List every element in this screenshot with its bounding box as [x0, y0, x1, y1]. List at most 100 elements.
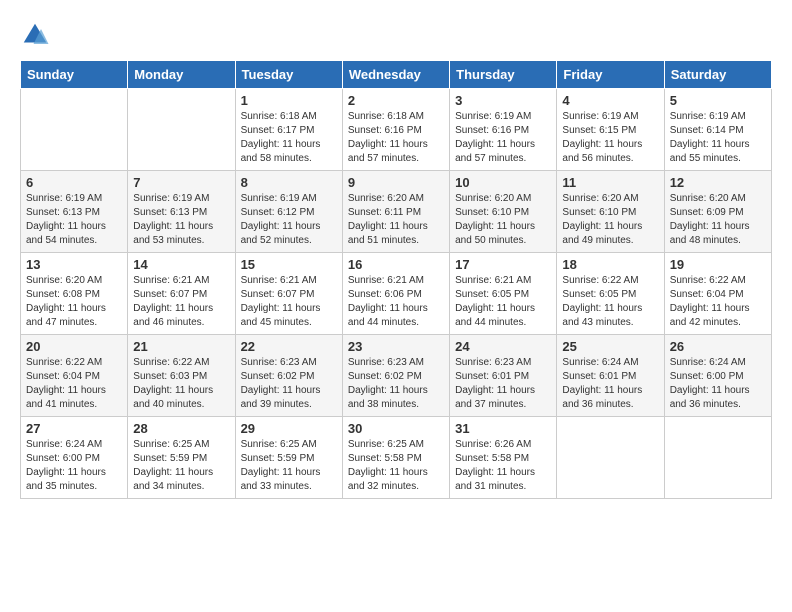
day-number: 20 [26, 339, 122, 354]
logo [20, 20, 54, 50]
calendar-week-row: 1Sunrise: 6:18 AM Sunset: 6:17 PM Daylig… [21, 89, 772, 171]
day-info: Sunrise: 6:24 AM Sunset: 6:00 PM Dayligh… [670, 356, 766, 412]
day-number: 13 [26, 257, 122, 272]
day-number: 21 [133, 339, 229, 354]
day-info: Sunrise: 6:19 AM Sunset: 6:14 PM Dayligh… [670, 110, 766, 166]
day-info: Sunrise: 6:22 AM Sunset: 6:03 PM Dayligh… [133, 356, 229, 412]
day-info: Sunrise: 6:20 AM Sunset: 6:10 PM Dayligh… [455, 192, 551, 248]
calendar-cell: 13 Sunrise: 6:20 AM Sunset: 6:08 PM Dayli… [21, 253, 128, 335]
calendar-cell: 25 Sunrise: 6:24 AM Sunset: 6:01 PM Dayli… [557, 335, 664, 417]
calendar-cell: 1Sunrise: 6:18 AM Sunset: 6:17 PM Daylig… [235, 89, 342, 171]
calendar-cell: 18 Sunrise: 6:22 AM Sunset: 6:05 PM Dayli… [557, 253, 664, 335]
day-number: 2 [348, 93, 444, 108]
day-info: Sunrise: 6:19 AM Sunset: 6:15 PM Dayligh… [562, 110, 658, 166]
calendar-week-row: 27 Sunrise: 6:24 AM Sunset: 6:00 PM Dayli… [21, 417, 772, 499]
calendar-cell: 12 Sunrise: 6:20 AM Sunset: 6:09 PM Dayli… [664, 171, 771, 253]
calendar-cell: 17 Sunrise: 6:21 AM Sunset: 6:05 PM Dayli… [450, 253, 557, 335]
day-info: Sunrise: 6:24 AM Sunset: 6:01 PM Dayligh… [562, 356, 658, 412]
day-info: Sunrise: 6:19 AM Sunset: 6:13 PM Dayligh… [26, 192, 122, 248]
day-info: Sunrise: 6:18 AM Sunset: 6:16 PM Dayligh… [348, 110, 444, 166]
day-number: 27 [26, 421, 122, 436]
day-info: Sunrise: 6:22 AM Sunset: 6:05 PM Dayligh… [562, 274, 658, 330]
calendar-cell [21, 89, 128, 171]
calendar-cell: 4 Sunrise: 6:19 AM Sunset: 6:15 PM Daylig… [557, 89, 664, 171]
calendar-cell: 21 Sunrise: 6:22 AM Sunset: 6:03 PM Dayli… [128, 335, 235, 417]
day-info: Sunrise: 6:19 AM Sunset: 6:12 PM Dayligh… [241, 192, 337, 248]
calendar-cell: 20 Sunrise: 6:22 AM Sunset: 6:04 PM Dayli… [21, 335, 128, 417]
day-number: 17 [455, 257, 551, 272]
page-header [20, 20, 772, 50]
day-number: 23 [348, 339, 444, 354]
day-info: Sunrise: 6:21 AM Sunset: 6:06 PM Dayligh… [348, 274, 444, 330]
calendar-cell: 8 Sunrise: 6:19 AM Sunset: 6:12 PM Daylig… [235, 171, 342, 253]
day-number: 5 [670, 93, 766, 108]
day-header-saturday: Saturday [664, 61, 771, 89]
day-info: Sunrise: 6:25 AM Sunset: 5:58 PM Dayligh… [348, 438, 444, 494]
day-number: 14 [133, 257, 229, 272]
day-number: 1 [241, 93, 337, 108]
day-number: 8 [241, 175, 337, 190]
day-info: Sunrise: 6:21 AM Sunset: 6:05 PM Dayligh… [455, 274, 551, 330]
calendar-cell: 24Sunrise: 6:23 AM Sunset: 6:01 PM Dayli… [450, 335, 557, 417]
calendar-cell: 26 Sunrise: 6:24 AM Sunset: 6:00 PM Dayli… [664, 335, 771, 417]
day-info: Sunrise: 6:20 AM Sunset: 6:08 PM Dayligh… [26, 274, 122, 330]
day-info: Sunrise: 6:25 AM Sunset: 5:59 PM Dayligh… [241, 438, 337, 494]
day-number: 16 [348, 257, 444, 272]
calendar-cell: 2 Sunrise: 6:18 AM Sunset: 6:16 PM Daylig… [342, 89, 449, 171]
day-number: 10 [455, 175, 551, 190]
calendar-week-row: 13 Sunrise: 6:20 AM Sunset: 6:08 PM Dayli… [21, 253, 772, 335]
day-info: Sunrise: 6:20 AM Sunset: 6:09 PM Dayligh… [670, 192, 766, 248]
day-info: Sunrise: 6:24 AM Sunset: 6:00 PM Dayligh… [26, 438, 122, 494]
calendar-week-row: 6 Sunrise: 6:19 AM Sunset: 6:13 PM Daylig… [21, 171, 772, 253]
day-header-friday: Friday [557, 61, 664, 89]
day-number: 4 [562, 93, 658, 108]
day-info: Sunrise: 6:23 AM Sunset: 6:01 PM Dayligh… [455, 356, 551, 412]
calendar-cell: 5 Sunrise: 6:19 AM Sunset: 6:14 PM Daylig… [664, 89, 771, 171]
logo-icon [20, 20, 50, 50]
day-number: 28 [133, 421, 229, 436]
calendar-cell [128, 89, 235, 171]
day-number: 31 [455, 421, 551, 436]
calendar-cell: 29 Sunrise: 6:25 AM Sunset: 5:59 PM Dayli… [235, 417, 342, 499]
day-number: 15 [241, 257, 337, 272]
day-info: Sunrise: 6:23 AM Sunset: 6:02 PM Dayligh… [241, 356, 337, 412]
day-number: 29 [241, 421, 337, 436]
calendar-cell: 6 Sunrise: 6:19 AM Sunset: 6:13 PM Daylig… [21, 171, 128, 253]
day-number: 22 [241, 339, 337, 354]
day-info: Sunrise: 6:23 AM Sunset: 6:02 PM Dayligh… [348, 356, 444, 412]
day-header-tuesday: Tuesday [235, 61, 342, 89]
day-info: Sunrise: 6:26 AM Sunset: 5:58 PM Dayligh… [455, 438, 551, 494]
calendar-cell: 28 Sunrise: 6:25 AM Sunset: 5:59 PM Dayli… [128, 417, 235, 499]
calendar-cell: 31 Sunrise: 6:26 AM Sunset: 5:58 PM Dayli… [450, 417, 557, 499]
calendar-cell: 23 Sunrise: 6:23 AM Sunset: 6:02 PM Dayli… [342, 335, 449, 417]
day-header-monday: Monday [128, 61, 235, 89]
day-header-thursday: Thursday [450, 61, 557, 89]
calendar-cell: 27 Sunrise: 6:24 AM Sunset: 6:00 PM Dayli… [21, 417, 128, 499]
day-number: 6 [26, 175, 122, 190]
calendar-header-row: SundayMondayTuesdayWednesdayThursdayFrid… [21, 61, 772, 89]
calendar-cell: 30 Sunrise: 6:25 AM Sunset: 5:58 PM Dayli… [342, 417, 449, 499]
day-number: 19 [670, 257, 766, 272]
day-info: Sunrise: 6:21 AM Sunset: 6:07 PM Dayligh… [241, 274, 337, 330]
calendar-cell [557, 417, 664, 499]
day-info: Sunrise: 6:20 AM Sunset: 6:11 PM Dayligh… [348, 192, 444, 248]
calendar-table: SundayMondayTuesdayWednesdayThursdayFrid… [20, 60, 772, 499]
day-info: Sunrise: 6:20 AM Sunset: 6:10 PM Dayligh… [562, 192, 658, 248]
calendar-cell: 11Sunrise: 6:20 AM Sunset: 6:10 PM Dayli… [557, 171, 664, 253]
calendar-cell: 9 Sunrise: 6:20 AM Sunset: 6:11 PM Daylig… [342, 171, 449, 253]
day-info: Sunrise: 6:25 AM Sunset: 5:59 PM Dayligh… [133, 438, 229, 494]
day-info: Sunrise: 6:22 AM Sunset: 6:04 PM Dayligh… [26, 356, 122, 412]
day-number: 12 [670, 175, 766, 190]
day-number: 9 [348, 175, 444, 190]
day-number: 25 [562, 339, 658, 354]
day-number: 30 [348, 421, 444, 436]
calendar-cell: 3Sunrise: 6:19 AM Sunset: 6:16 PM Daylig… [450, 89, 557, 171]
day-number: 26 [670, 339, 766, 354]
day-number: 18 [562, 257, 658, 272]
day-info: Sunrise: 6:21 AM Sunset: 6:07 PM Dayligh… [133, 274, 229, 330]
calendar-cell: 22 Sunrise: 6:23 AM Sunset: 6:02 PM Dayli… [235, 335, 342, 417]
calendar-cell: 7Sunrise: 6:19 AM Sunset: 6:13 PM Daylig… [128, 171, 235, 253]
day-number: 7 [133, 175, 229, 190]
day-header-wednesday: Wednesday [342, 61, 449, 89]
day-header-sunday: Sunday [21, 61, 128, 89]
